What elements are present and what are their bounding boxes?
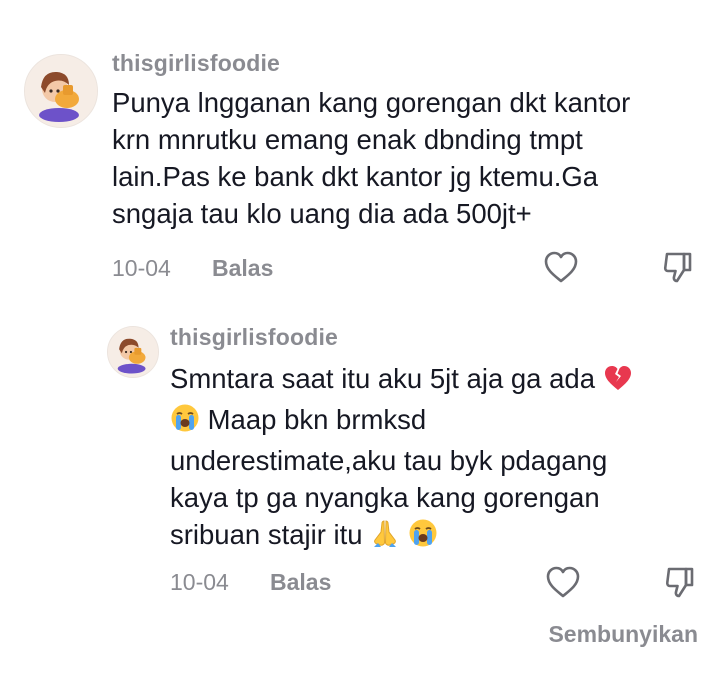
comment-text-line: krn mnrutku emang enak dbnding tmpt bbox=[112, 124, 583, 155]
comment-text-line: sngaja tau klo uang dia ada 500jt+ bbox=[112, 198, 532, 229]
avatar[interactable] bbox=[24, 54, 98, 128]
thumbs-down-outline-icon[interactable] bbox=[662, 250, 694, 284]
reply-text-line: underestimate,aku tau byk pdagang bbox=[170, 445, 608, 476]
reply-reply-button[interactable]: Balas bbox=[270, 569, 331, 596]
comment-text-line: Punya lngganan kang gorengan dkt kantor bbox=[112, 87, 631, 118]
reply-text-segment: Maap bkn brmksd bbox=[207, 404, 427, 435]
reply-button[interactable]: Balas bbox=[212, 255, 273, 282]
comment-text: Punya lngganan kang gorengan dkt kantor … bbox=[112, 84, 712, 232]
heart-outline-icon[interactable] bbox=[545, 565, 581, 599]
thumbs-down-outline-icon[interactable] bbox=[664, 565, 696, 599]
loudly-crying-face-icon bbox=[408, 518, 438, 557]
folded-hands-icon bbox=[370, 518, 400, 557]
reply-text: Smntara saat itu aku 5jt aja ga ada Maap… bbox=[170, 360, 710, 557]
comment-username[interactable]: thisgirlisfoodie bbox=[112, 50, 280, 77]
avatar-illustration bbox=[108, 327, 158, 377]
reply-text-line: Maap bkn brmksd bbox=[170, 401, 710, 442]
reply-avatar[interactable] bbox=[107, 326, 159, 378]
avatar-illustration bbox=[25, 55, 97, 127]
reply-date: 10-04 bbox=[170, 569, 229, 595]
comment-date: 10-04 bbox=[112, 255, 171, 281]
reply-text-line: sribuan stajir itu bbox=[170, 516, 710, 557]
hide-replies-button[interactable]: Sembunyikan bbox=[548, 621, 698, 648]
reply-username[interactable]: thisgirlisfoodie bbox=[170, 324, 338, 351]
heart-outline-icon[interactable] bbox=[543, 250, 579, 284]
reply-text-line: Smntara saat itu aku 5jt aja ga ada bbox=[170, 360, 710, 401]
reply-text-line: kaya tp ga nyangka kang gorengan bbox=[170, 482, 600, 513]
reply-text-segment: sribuan stajir itu bbox=[170, 519, 363, 550]
reply-text-segment: Smntara saat itu aku 5jt aja ga ada bbox=[170, 363, 595, 394]
comment-text-line: lain.Pas ke bank dkt kantor jg ktemu.Ga bbox=[112, 161, 599, 192]
broken-heart-icon bbox=[603, 364, 633, 401]
loudly-crying-face-icon bbox=[170, 403, 200, 442]
